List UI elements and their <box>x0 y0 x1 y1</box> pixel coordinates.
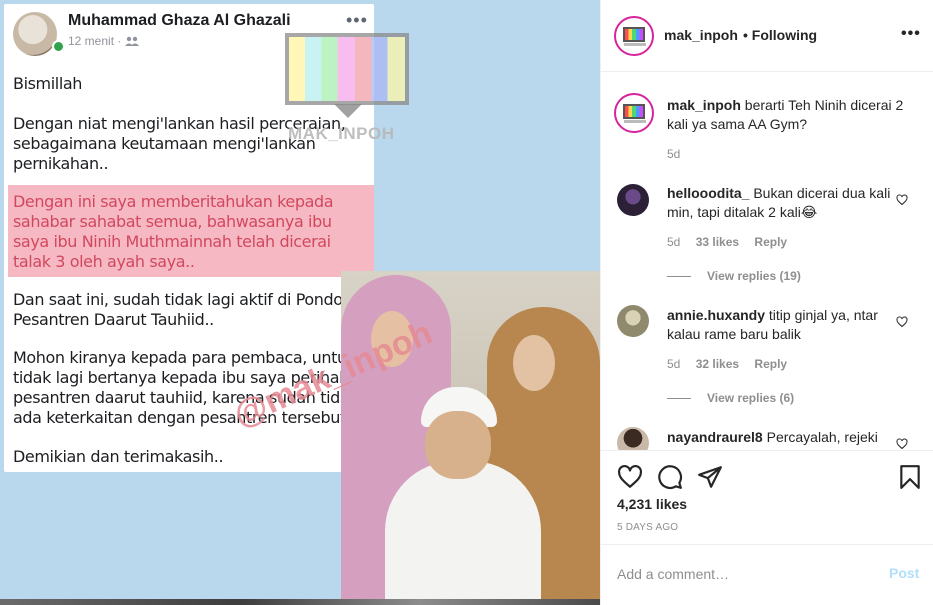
comment-icon[interactable] <box>657 464 683 490</box>
comments-list[interactable]: mak_inpoh berarti Teh Ninih dicerai 2 ka… <box>601 73 933 450</box>
logo-watermark-text: MAK_INPOH <box>288 124 395 143</box>
comment-meta: 5d 32 likes Reply <box>667 357 788 371</box>
bookmark-icon[interactable] <box>897 464 923 490</box>
online-status-icon <box>52 40 65 53</box>
heart-icon[interactable] <box>617 464 643 490</box>
comment-like-heart-icon[interactable] <box>896 316 908 328</box>
comment-like-heart-icon[interactable] <box>896 194 908 206</box>
comment-text: mak_inpoh berarti Teh Ninih dicerai 2 ka… <box>667 97 904 132</box>
comment-like-heart-icon[interactable] <box>896 438 908 450</box>
post-header: mak_inpoh • Following ••• <box>601 0 933 72</box>
post-actions: 4,231 likes 5 DAYS AGO <box>601 450 933 545</box>
comment-likes[interactable]: 33 likes <box>696 235 739 249</box>
fb-paragraph: Demikian dan terimakasih.. <box>13 447 224 466</box>
tv-logo-icon <box>623 104 645 119</box>
comment-text: nayandraurel8 Percayalah, rejeki <box>667 429 878 445</box>
friends-icon <box>124 36 139 46</box>
fb-post-time: 12 menit · <box>68 34 139 48</box>
post-side-panel: mak_inpoh • Following ••• mak_inpoh bera… <box>600 0 933 605</box>
avatar[interactable] <box>617 184 649 216</box>
comment-username[interactable]: nayandraurel8 <box>667 429 763 445</box>
bottom-strip <box>0 599 600 605</box>
more-options-icon[interactable]: ••• <box>901 25 921 43</box>
reply-button[interactable]: Reply <box>754 357 787 371</box>
avatar[interactable] <box>617 427 649 450</box>
following-button[interactable]: • Following <box>743 27 817 43</box>
avatar <box>13 12 57 56</box>
avatar[interactable] <box>614 93 654 133</box>
fb-paragraph-highlighted: Dengan ini saya memberitahukan kepada sa… <box>13 192 334 271</box>
comment-text: hellooodita_ Bukan dicerai dua kali min,… <box>667 185 891 220</box>
comment-meta: 5d 33 likes Reply <box>667 235 788 249</box>
tv-logo-icon <box>623 27 645 42</box>
comment-form: Post <box>601 546 933 605</box>
fb-author-name: Muhammad Ghaza Al Ghazali <box>68 12 291 29</box>
post-button[interactable]: Post <box>889 565 919 581</box>
post-date[interactable]: 5 DAYS AGO <box>617 522 678 533</box>
post-image[interactable]: Muhammad Ghaza Al Ghazali 12 menit · •••… <box>0 0 600 605</box>
view-replies-button[interactable]: View replies (6) <box>667 391 794 405</box>
reply-button[interactable]: Reply <box>754 235 787 249</box>
comment-username[interactable]: annie.huxandy <box>667 307 765 323</box>
comment-meta: 5d <box>667 147 681 161</box>
comment-likes[interactable]: 32 likes <box>696 357 739 371</box>
avatar[interactable] <box>614 16 654 56</box>
comment-username[interactable]: hellooodita_ <box>667 185 749 201</box>
tv-logo-watermark <box>285 33 409 105</box>
couple-photo <box>341 271 600 605</box>
header-username[interactable]: mak_inpoh <box>664 27 738 43</box>
fb-paragraph: Dan saat ini, sudah tidak lagi aktif di … <box>13 290 352 329</box>
tv-logo-pointer <box>334 104 362 118</box>
fb-more-icon: ••• <box>346 10 368 30</box>
comment-input[interactable] <box>617 564 877 584</box>
view-replies-button[interactable]: View replies (19) <box>667 269 801 283</box>
fb-paragraph: Dengan niat mengi'lankan hasil perceraia… <box>13 114 346 173</box>
comment-text: annie.huxandy titip ginjal ya, ntar kala… <box>667 307 878 342</box>
share-icon[interactable] <box>697 464 723 490</box>
comment-username[interactable]: mak_inpoh <box>667 97 741 113</box>
likes-count[interactable]: 4,231 likes <box>617 496 687 512</box>
avatar[interactable] <box>617 305 649 337</box>
